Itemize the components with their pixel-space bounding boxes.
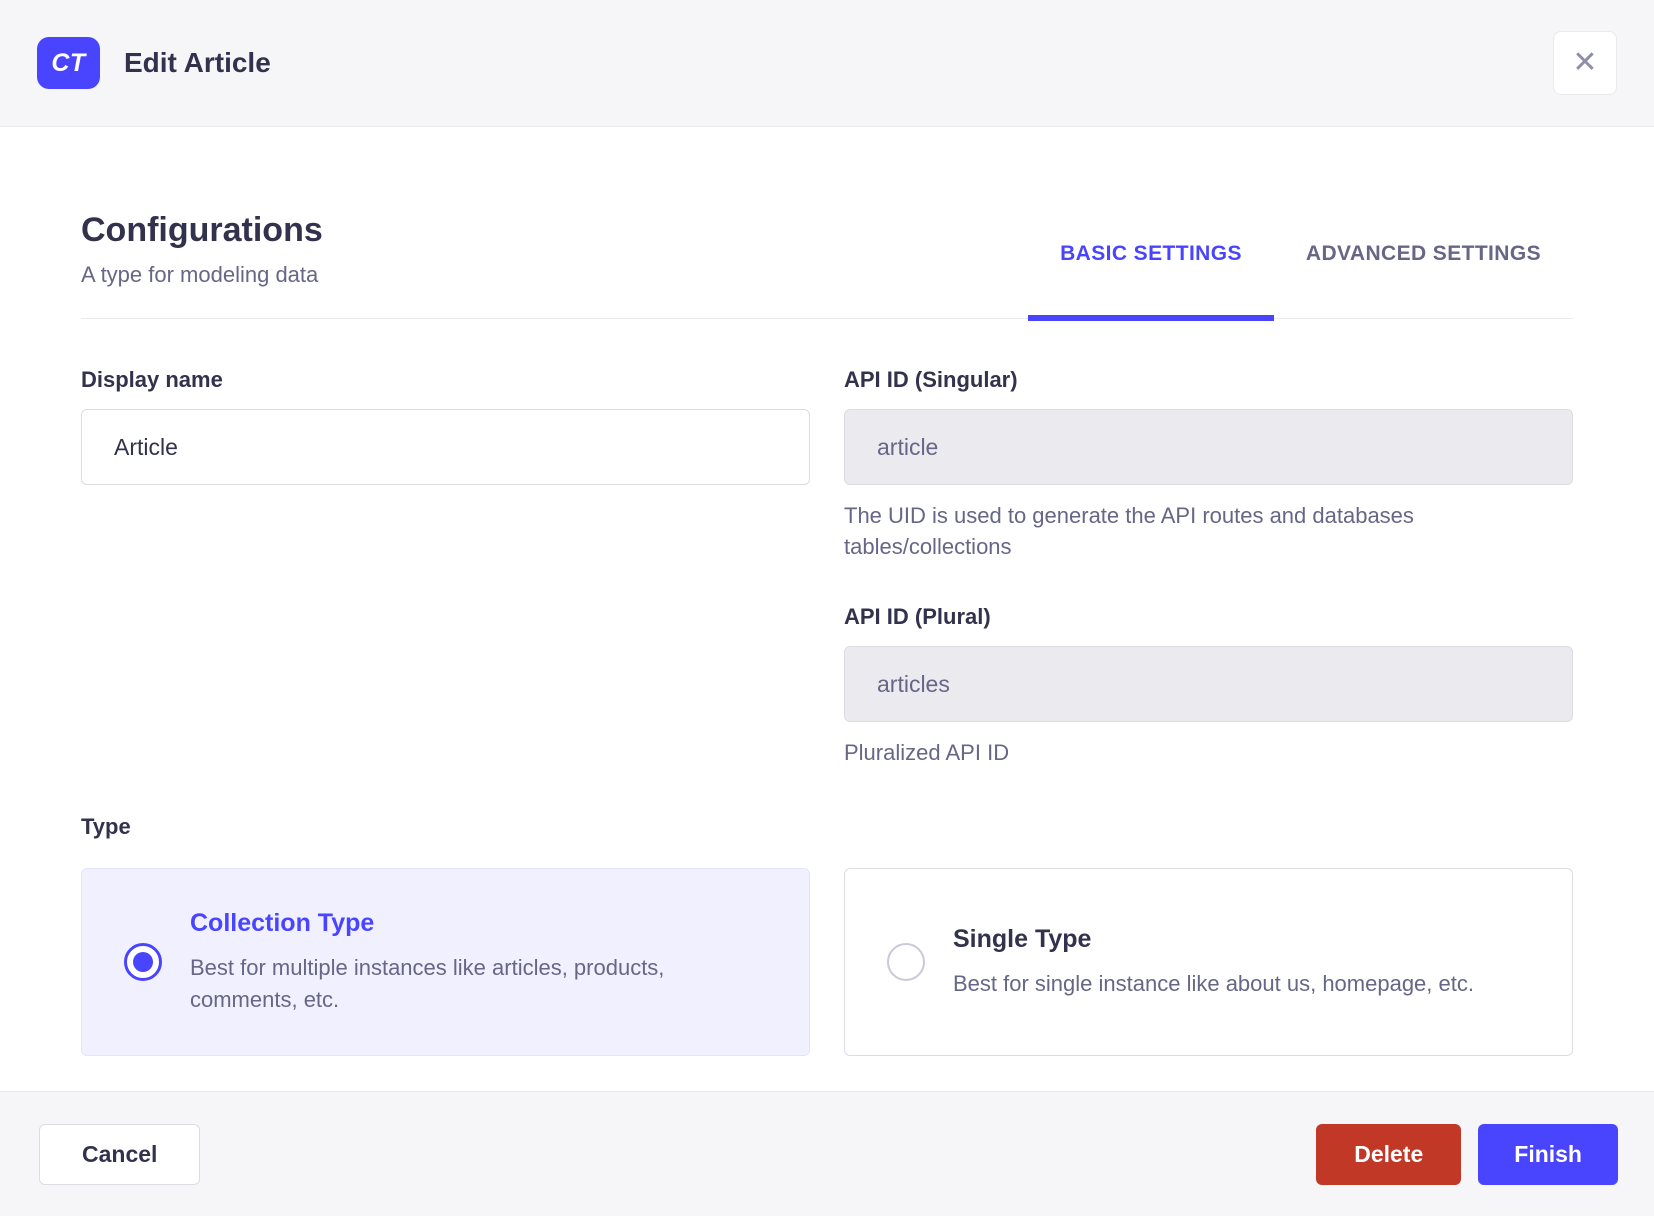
form-column-right: API ID (Singular) The UID is used to gen… <box>844 367 1573 768</box>
modal-body: Configurations A type for modeling data … <box>0 127 1654 1116</box>
single-type-title: Single Type <box>953 924 1092 953</box>
close-button[interactable]: ✕ <box>1553 31 1617 95</box>
tab-basic-settings[interactable]: BASIC SETTINGS <box>1028 242 1274 321</box>
api-id-plural-field-group: API ID (Plural) Pluralized API ID <box>844 604 1573 768</box>
section-titles: Configurations A type for modeling data <box>81 211 323 318</box>
collection-type-title: Collection Type <box>190 908 375 937</box>
api-id-singular-input <box>844 409 1573 485</box>
collection-type-radio[interactable] <box>124 943 162 981</box>
single-type-card[interactable]: Single Type Best for single instance lik… <box>844 868 1573 1056</box>
section-subtitle: A type for modeling data <box>81 262 319 287</box>
footer-right-actions: Delete Finish <box>1316 1123 1618 1185</box>
api-id-singular-field-group: API ID (Singular) The UID is used to gen… <box>844 367 1573 562</box>
tab-advanced-settings[interactable]: ADVANCED SETTINGS <box>1274 242 1573 318</box>
close-icon: ✕ <box>1572 46 1598 79</box>
cancel-button[interactable]: Cancel <box>39 1123 201 1185</box>
display-name-label: Display name <box>81 367 223 392</box>
form-column-left: Display name <box>81 367 810 768</box>
type-label: Type <box>81 814 131 839</box>
type-section: Type Collection Type Best for multiple i… <box>81 814 1573 1116</box>
api-id-plural-hint: Pluralized API ID <box>844 740 1010 765</box>
modal-header: CT Edit Article ✕ <box>0 0 1654 127</box>
type-cards: Collection Type Best for multiple instan… <box>81 868 1573 1056</box>
modal-header-left: CT Edit Article <box>37 37 271 89</box>
single-type-text: Single Type Best for single instance lik… <box>953 925 1514 1000</box>
single-type-radio[interactable] <box>887 943 925 981</box>
modal-title: Edit Article <box>124 47 271 78</box>
finish-button[interactable]: Finish <box>1478 1123 1618 1185</box>
section-header: Configurations A type for modeling data … <box>81 127 1573 321</box>
display-name-input[interactable] <box>81 409 810 485</box>
content-type-badge-icon: CT <box>37 37 100 89</box>
collection-type-card[interactable]: Collection Type Best for multiple instan… <box>81 868 810 1056</box>
single-type-description: Best for single instance like about us, … <box>953 970 1474 996</box>
section-title: Configurations <box>81 211 323 249</box>
configuration-form: Display name API ID (Singular) The UID i… <box>81 367 1573 768</box>
api-id-plural-input <box>844 646 1573 722</box>
display-name-field-group: Display name <box>81 367 810 485</box>
modal-footer: Cancel Delete Finish <box>0 1091 1654 1216</box>
delete-button[interactable]: Delete <box>1316 1123 1462 1185</box>
api-id-plural-label: API ID (Plural) <box>844 604 991 629</box>
collection-type-description: Best for multiple instances like article… <box>190 954 665 1012</box>
collection-type-text: Collection Type Best for multiple instan… <box>190 909 809 1016</box>
settings-tabs: BASIC SETTINGS ADVANCED SETTINGS <box>1028 242 1573 321</box>
api-id-singular-label: API ID (Singular) <box>844 367 1018 392</box>
api-id-singular-hint: The UID is used to generate the API rout… <box>844 503 1414 559</box>
